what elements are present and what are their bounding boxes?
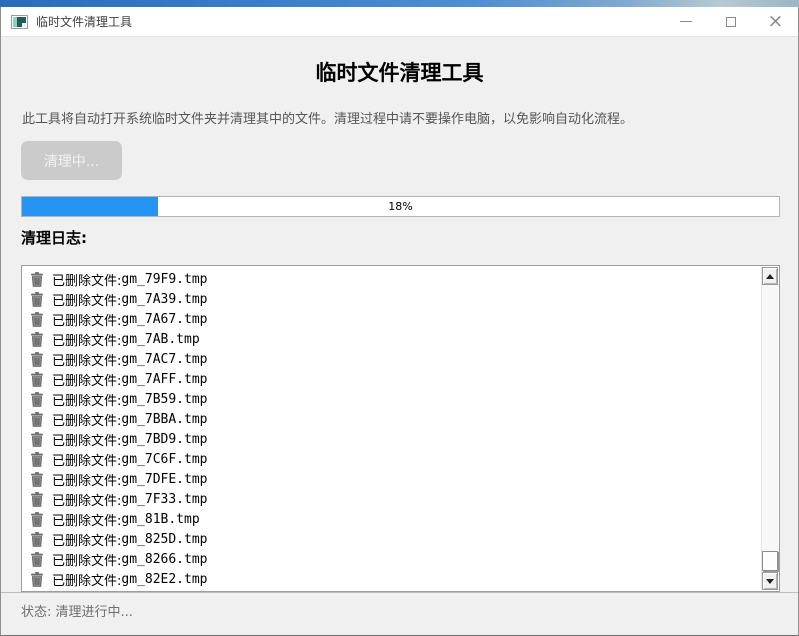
log-row: 已删除文件: gm_825D.tmp xyxy=(28,529,757,549)
log-text: 已删除文件: xyxy=(52,550,121,569)
maximize-icon xyxy=(726,17,736,27)
statusbar: 状态: 清理进行中... xyxy=(1,592,798,635)
log-filename: gm_82E2.tmp xyxy=(121,572,207,587)
trash-icon xyxy=(30,312,44,327)
log-filename: gm_7AFF.tmp xyxy=(121,372,207,387)
log-text: 已删除文件: xyxy=(52,450,121,469)
log-row: 已删除文件: gm_7AC7.tmp xyxy=(28,349,757,369)
titlebar: 临时文件清理工具 × xyxy=(1,7,798,37)
log-filename: gm_81B.tmp xyxy=(121,512,199,527)
log-text: 已删除文件: xyxy=(52,350,121,369)
clean-button[interactable]: 清理中... xyxy=(21,141,122,180)
log-text: 已删除文件: xyxy=(52,510,121,529)
log-row: 已删除文件: gm_82E2.tmp xyxy=(28,569,757,589)
log-filename: gm_7AC7.tmp xyxy=(121,352,207,367)
log-text: 已删除文件: xyxy=(52,390,121,409)
log-filename: gm_7DFE.tmp xyxy=(121,472,207,487)
log-text: 已删除文件: xyxy=(52,490,121,509)
trash-icon xyxy=(30,432,44,447)
scrollbar-thumb[interactable] xyxy=(762,551,778,571)
log-filename: gm_825D.tmp xyxy=(121,532,207,547)
log-filename: gm_7A39.tmp xyxy=(121,292,207,307)
trash-icon xyxy=(30,272,44,287)
log-row: 已删除文件: gm_8266.tmp xyxy=(28,549,757,569)
trash-icon xyxy=(30,452,44,467)
trash-icon xyxy=(30,532,44,547)
arrow-up-icon xyxy=(766,274,774,279)
log-filename: gm_7B59.tmp xyxy=(121,392,207,407)
log-filename: gm_7C6F.tmp xyxy=(121,452,207,467)
trash-icon xyxy=(30,512,44,527)
trash-icon xyxy=(30,472,44,487)
log-list: 已删除文件: gm_79F9.tmp 已删除文件: gm_7A39.tmp 已删… xyxy=(28,267,757,590)
progress-percent-label: 18% xyxy=(22,197,779,216)
trash-icon xyxy=(30,352,44,367)
log-scrollbar[interactable] xyxy=(761,267,778,590)
log-box: 已删除文件: gm_79F9.tmp 已删除文件: gm_7A39.tmp 已删… xyxy=(21,265,780,592)
log-row: 已删除文件: gm_7AFF.tmp xyxy=(28,369,757,389)
trash-icon xyxy=(30,412,44,427)
log-row: 已删除文件: gm_7DFE.tmp xyxy=(28,469,757,489)
log-text: 已删除文件: xyxy=(52,430,121,449)
log-text: 已删除文件: xyxy=(52,570,121,589)
close-button[interactable]: × xyxy=(753,7,798,36)
log-row: 已删除文件: gm_81B.tmp xyxy=(28,509,757,529)
log-text: 已删除文件: xyxy=(52,410,121,429)
log-row: 已删除文件: gm_7C6F.tmp xyxy=(28,449,757,469)
log-filename: gm_7A67.tmp xyxy=(121,312,207,327)
status-text: 状态: 清理进行中... xyxy=(21,605,133,620)
log-filename: gm_7BBA.tmp xyxy=(121,412,207,427)
log-filename: gm_7BD9.tmp xyxy=(121,432,207,447)
trash-icon xyxy=(30,332,44,347)
log-text: 已删除文件: xyxy=(52,330,121,349)
log-filename: gm_7AB.tmp xyxy=(121,332,199,347)
log-row: 已删除文件: gm_7F33.tmp xyxy=(28,489,757,509)
log-text: 已删除文件: xyxy=(52,310,121,329)
log-filename: gm_79F9.tmp xyxy=(121,272,207,287)
trash-icon xyxy=(30,552,44,567)
log-row: 已删除文件: gm_79F9.tmp xyxy=(28,269,757,289)
log-row: 已删除文件: gm_7BBA.tmp xyxy=(28,409,757,429)
log-row: 已删除文件: gm_7B59.tmp xyxy=(28,389,757,409)
log-text: 已删除文件: xyxy=(52,530,121,549)
window-controls: × xyxy=(663,7,798,36)
progress-bar: 18% xyxy=(21,196,780,217)
scrollbar-down-button[interactable] xyxy=(762,572,778,590)
log-row: 已删除文件: gm_7AB.tmp xyxy=(28,329,757,349)
arrow-down-icon xyxy=(766,579,774,584)
scrollbar-up-button[interactable] xyxy=(762,267,778,285)
maximize-button[interactable] xyxy=(708,7,753,36)
log-section-label: 清理日志: xyxy=(21,227,87,248)
description-text: 此工具将自动打开系统临时文件夹并清理其中的文件。清理过程中请不要操作电脑，以免影… xyxy=(22,108,778,127)
log-text: 已删除文件: xyxy=(52,470,121,489)
minimize-icon xyxy=(680,21,692,22)
minimize-button[interactable] xyxy=(663,7,708,36)
desktop-wallpaper-strip xyxy=(0,0,799,7)
window-title: 临时文件清理工具 xyxy=(36,13,132,30)
log-filename: gm_7F33.tmp xyxy=(121,492,207,507)
app-icon xyxy=(11,15,28,29)
log-text: 已删除文件: xyxy=(52,270,121,289)
log-text: 已删除文件: xyxy=(52,290,121,309)
log-row: 已删除文件: gm_7A67.tmp xyxy=(28,309,757,329)
log-filename: gm_8266.tmp xyxy=(121,552,207,567)
log-text: 已删除文件: xyxy=(52,370,121,389)
app-window: 临时文件清理工具 × 临时文件清理工具 此工具将自动打开系统临时文件夹并清理其中… xyxy=(0,7,799,636)
trash-icon xyxy=(30,492,44,507)
trash-icon xyxy=(30,372,44,387)
trash-icon xyxy=(30,292,44,307)
log-row: 已删除文件: gm_7A39.tmp xyxy=(28,289,757,309)
log-row: 已删除文件: gm_7BD9.tmp xyxy=(28,429,757,449)
trash-icon xyxy=(30,392,44,407)
trash-icon xyxy=(30,572,44,587)
close-icon: × xyxy=(768,12,784,31)
page-title: 临时文件清理工具 xyxy=(1,57,798,87)
